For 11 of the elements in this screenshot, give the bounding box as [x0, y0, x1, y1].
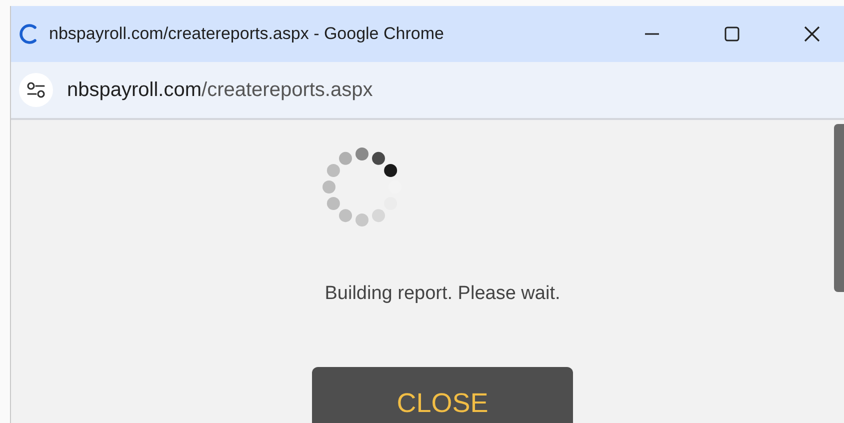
scrollbar-thumb[interactable] [834, 124, 844, 292]
window-title: nbspayroll.com/createreports.aspx - Google Chrome [49, 24, 444, 44]
loading-icon [19, 23, 39, 45]
maximize-icon [722, 24, 742, 44]
minimize-icon [645, 33, 659, 35]
close-dialog-button[interactable]: CLOSE [312, 367, 573, 423]
sliders-icon [25, 80, 47, 100]
site-info-button[interactable] [19, 73, 53, 107]
url-text[interactable]: nbspayroll.com/createreports.aspx [67, 78, 373, 102]
status-message: Building report. Please wait. [324, 283, 560, 305]
close-icon [802, 24, 822, 44]
